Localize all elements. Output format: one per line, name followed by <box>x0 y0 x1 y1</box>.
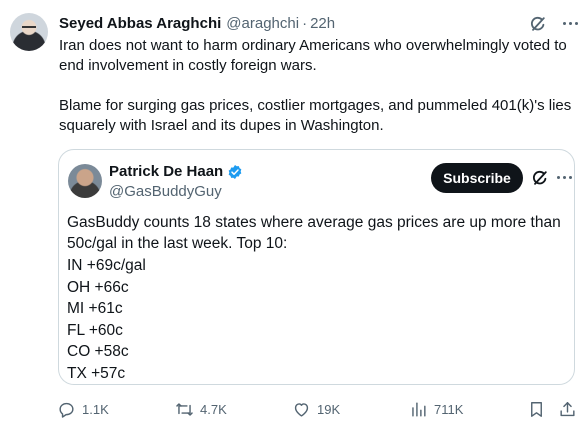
gas-price-line: CO +58c <box>67 343 129 360</box>
verified-badge-icon <box>228 164 242 179</box>
bookmark-icon <box>531 401 542 417</box>
reply-button[interactable]: 1.1K <box>57 395 109 423</box>
action-bar: 1.1K 4.7K 19K 711K <box>0 395 586 423</box>
quoted-text: GasBuddy counts 18 states where average … <box>67 212 567 384</box>
tweet-paragraph: Blame for surging gas prices, costlier m… <box>59 97 572 134</box>
gas-price-line: FL +60c <box>67 321 123 339</box>
more-icon[interactable] <box>556 167 572 187</box>
like-count: 19K <box>317 401 341 417</box>
quoted-tweet[interactable]: Patrick De Haan @GasBuddyGuy Subscribe G… <box>58 149 575 385</box>
gas-price-line: TX +57c <box>67 364 126 382</box>
views-icon <box>412 401 426 417</box>
grok-icon[interactable] <box>530 168 550 188</box>
quoted-author-name[interactable]: Patrick De Haan <box>109 163 223 180</box>
grok-icon[interactable] <box>528 14 548 34</box>
repost-icon <box>176 402 193 416</box>
timestamp[interactable]: 22h <box>310 15 335 32</box>
gas-price-line: OH +66c <box>67 278 129 296</box>
quoted-author-handle[interactable]: @GasBuddyGuy <box>109 183 222 200</box>
views-count: 711K <box>434 401 464 417</box>
author-handle[interactable]: @araghchi <box>226 15 299 32</box>
bookmark-button[interactable] <box>527 395 546 423</box>
repost-button[interactable]: 4.7K <box>175 395 227 423</box>
tweet-paragraph: Iran does not want to harm ordinary Amer… <box>59 37 567 74</box>
repost-count: 4.7K <box>200 401 227 417</box>
separator-dot: · <box>302 14 308 32</box>
like-icon <box>294 402 309 417</box>
gas-price-line: MI +61c <box>67 300 123 317</box>
quoted-author-name-row[interactable]: Patrick De Haan <box>109 163 243 180</box>
author-name[interactable]: Seyed Abbas Araghchi <box>59 15 221 32</box>
views-button[interactable]: 711K <box>409 395 463 423</box>
quoted-intro: GasBuddy counts 18 states where average … <box>67 214 561 252</box>
reply-icon <box>59 402 74 418</box>
author-avatar[interactable] <box>10 13 48 51</box>
share-button[interactable] <box>558 395 577 423</box>
reply-count: 1.1K <box>82 401 109 417</box>
more-icon[interactable] <box>560 13 580 33</box>
subscribe-button[interactable]: Subscribe <box>431 163 523 193</box>
share-icon <box>560 401 575 416</box>
like-button[interactable]: 19K <box>292 395 340 423</box>
tweet-header: Seyed Abbas Araghchi @araghchi · 22h <box>59 13 335 33</box>
quoted-author-avatar[interactable] <box>68 164 102 198</box>
tweet-text: Iran does not want to harm ordinary Amer… <box>59 36 577 136</box>
gas-price-line: IN +69c/gal <box>67 257 146 274</box>
